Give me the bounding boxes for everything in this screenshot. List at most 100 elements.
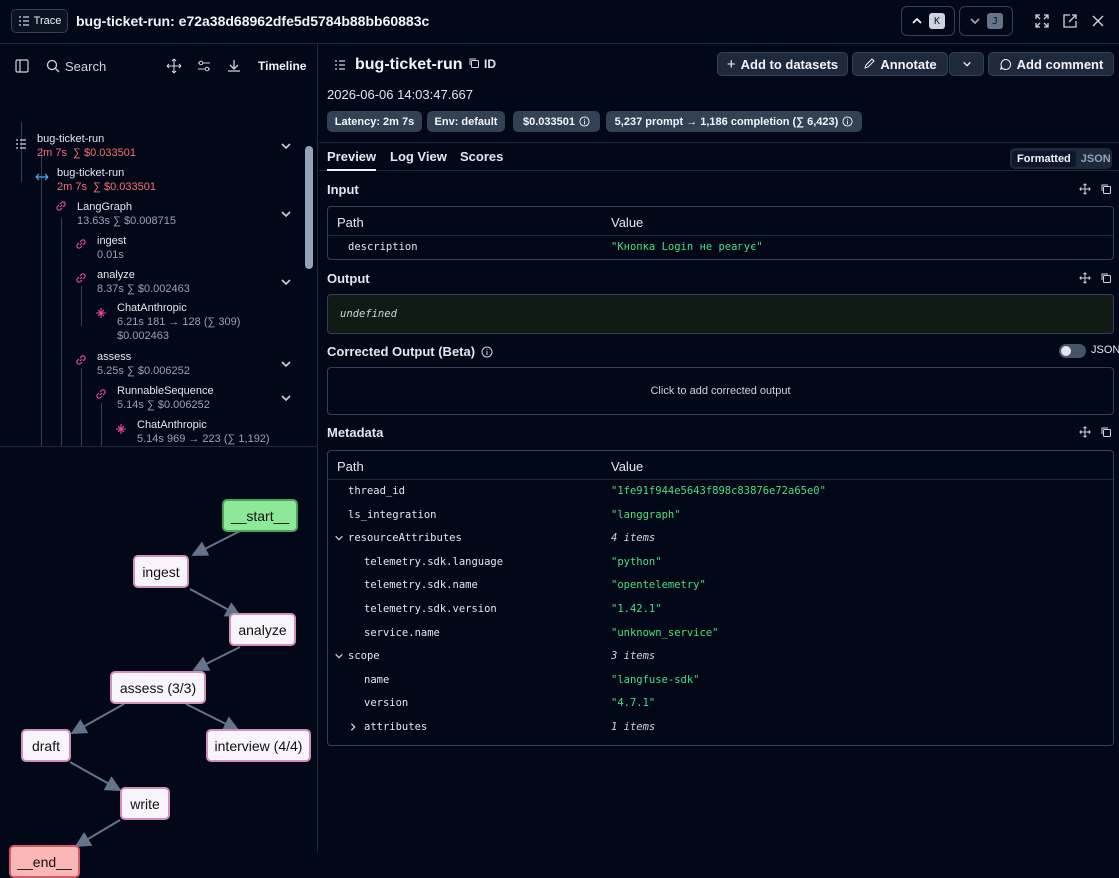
move-icon[interactable]: [1079, 183, 1091, 195]
chevron-down-icon[interactable]: [280, 358, 292, 370]
tokens-badge: 5,237 prompt → 1,186 completion (∑ 6,423…: [606, 111, 862, 132]
add-to-datasets-label: Add to datasets: [740, 56, 839, 72]
external-link-icon[interactable]: [1061, 12, 1079, 30]
graph-node-write[interactable]: write: [120, 787, 170, 820]
prev-trace-button[interactable]: K: [901, 6, 955, 36]
tree-node-name: LangGraph: [77, 201, 133, 213]
tree-node-root[interactable]: bug-ticket-run 2m 7s ∑ $0.033501: [37, 132, 136, 160]
table-row[interactable]: telemetry.sdk.version "1.42.1": [328, 598, 1113, 622]
format-formatted[interactable]: Formatted: [1012, 150, 1076, 167]
expand-icon[interactable]: [1033, 12, 1051, 30]
annotate-button[interactable]: Annotate: [852, 52, 948, 76]
chevron-down-icon[interactable]: [280, 392, 292, 404]
chevron-down-icon[interactable]: [334, 533, 344, 543]
annotate-dropdown-button[interactable]: [949, 52, 984, 76]
table-row[interactable]: thread_id "1fe91f944e5643f898c83876e72a6…: [328, 480, 1113, 504]
move-icon[interactable]: [166, 58, 182, 74]
metadata-table-header: Path Value: [328, 451, 1113, 480]
row-path: thread_id: [348, 485, 405, 497]
tab-scores[interactable]: Scores: [460, 149, 503, 164]
trace-icon: [15, 138, 27, 150]
tab-preview[interactable]: Preview: [327, 149, 377, 171]
panel-toggle-icon[interactable]: [14, 58, 30, 74]
table-row[interactable]: version "4.7.1": [328, 692, 1113, 716]
copy-id-label[interactable]: ID: [484, 57, 496, 71]
chevron-right-icon[interactable]: [348, 722, 358, 732]
value-header: Value: [611, 215, 644, 230]
row-value: "python": [611, 555, 662, 568]
tree-node-langgraph[interactable]: LangGraph 13.63s ∑ $0.008715: [77, 200, 176, 228]
table-row[interactable]: ls_integration "langgraph": [328, 504, 1113, 528]
row-path: telemetry.sdk.name: [364, 579, 478, 592]
add-to-datasets-button[interactable]: + Add to datasets: [717, 52, 848, 76]
table-row[interactable]: name "langfuse-sdk": [328, 669, 1113, 693]
copy-icon[interactable]: [1100, 272, 1112, 284]
tree-node-chatanthropic[interactable]: ChatAnthropic 6.21s 181 → 128 (∑ 309) $0…: [117, 301, 240, 343]
tree-node-cost: $0.002463: [117, 330, 169, 342]
cost-value: $0.033501: [523, 115, 575, 128]
add-comment-button[interactable]: Add comment: [988, 52, 1114, 76]
graph-node-assess[interactable]: assess (3/3): [110, 671, 206, 704]
row-value: 1 items: [611, 720, 656, 733]
tree-node-runnablesequence[interactable]: RunnableSequence 5.14s ∑ $0.006252: [117, 384, 214, 412]
graph-node-ingest[interactable]: ingest: [133, 555, 189, 588]
table-row[interactable]: service.name "unknown_service": [328, 622, 1113, 646]
download-icon[interactable]: [226, 58, 242, 74]
move-icon[interactable]: [1079, 426, 1091, 438]
table-row[interactable]: telemetry.sdk.language "python": [328, 551, 1113, 575]
next-trace-button[interactable]: J: [959, 6, 1013, 36]
tab-log-view[interactable]: Log View: [390, 149, 447, 164]
row-value: 3 items: [611, 650, 656, 663]
tree-node-analyze[interactable]: analyze 8.37s ∑ $0.002463: [97, 268, 190, 296]
tree-node-name: bug-ticket-run: [57, 167, 125, 179]
format-json[interactable]: JSON: [1076, 151, 1116, 167]
timeline-toggle[interactable]: Timeline: [258, 59, 306, 73]
graph-node-end[interactable]: __end__: [9, 845, 80, 878]
link-icon: [95, 388, 107, 400]
format-toggle[interactable]: Formatted JSON: [1010, 148, 1112, 169]
table-row-expandable[interactable]: resourceAttributes 4 items: [328, 527, 1113, 551]
chevron-down-icon[interactable]: [280, 208, 292, 220]
tree-node-meta: 5.14s 969 → 223 (∑ 1,192): [137, 433, 270, 445]
row-value: "unknown_service": [611, 626, 719, 639]
chevron-down-icon[interactable]: [280, 276, 292, 288]
tree-scrollbar[interactable]: [305, 146, 313, 269]
tree-node-bug-ticket-run[interactable]: bug-ticket-run 2m 7s ∑ $0.033501: [57, 166, 156, 194]
graph-node-draft[interactable]: draft: [21, 729, 71, 762]
graph-node-start[interactable]: __start__: [222, 499, 298, 532]
row-path: name: [364, 673, 390, 686]
tree-node-assess[interactable]: assess 5.25s ∑ $0.006252: [97, 350, 190, 378]
left-panel: Search Timeline bug-ticket-run 2m 7s ∑ $…: [0, 44, 318, 878]
table-row-expandable[interactable]: scope 3 items: [328, 645, 1113, 669]
tree-node-ingest[interactable]: ingest 0.01s: [97, 234, 126, 262]
close-icon[interactable]: [1089, 12, 1107, 30]
copy-icon[interactable]: [468, 57, 480, 69]
metadata-table: Path Value thread_id "1fe91f944e5643f898…: [327, 450, 1114, 746]
chevron-down-icon[interactable]: [334, 651, 344, 661]
corrected-output-area[interactable]: Click to add corrected output: [327, 367, 1114, 415]
row-path: telemetry.sdk.version: [364, 602, 497, 615]
chevron-down-icon[interactable]: [280, 140, 292, 152]
graph-node-interview[interactable]: interview (4/4): [206, 729, 311, 762]
corrected-output-heading: Corrected Output (Beta): [327, 344, 493, 359]
copy-icon[interactable]: [1100, 183, 1112, 195]
chevron-down-icon: [969, 15, 981, 27]
info-icon: [481, 346, 493, 357]
table-row[interactable]: telemetry.sdk.name "opentelemetry": [328, 574, 1113, 598]
tree-node-name: ingest: [97, 235, 127, 247]
trace-title: bug-ticket-run: e72a38d68962dfe5d5784b88…: [76, 13, 430, 29]
corrected-json-toggle[interactable]: [1059, 344, 1086, 358]
settings-sliders-icon[interactable]: [196, 58, 212, 74]
prev-key-hint: K: [929, 13, 945, 29]
table-row-expandable[interactable]: attributes 1 items: [328, 716, 1113, 740]
row-value: 4 items: [611, 532, 656, 545]
row-value: "1fe91f944e5643f898c83876e72a65e0": [611, 485, 826, 497]
path-header: Path: [337, 459, 364, 474]
copy-icon[interactable]: [1100, 426, 1112, 438]
move-icon[interactable]: [1079, 272, 1091, 284]
tree-node-name: bug-ticket-run: [37, 133, 105, 145]
tree-search-input[interactable]: Search: [65, 59, 106, 74]
graph-node-analyze[interactable]: analyze: [229, 613, 296, 646]
table-row[interactable]: description "Кнопка Login не реагує": [328, 236, 1113, 259]
tree-node-chatanthropic-2[interactable]: ChatAnthropic 5.14s 969 → 223 (∑ 1,192): [137, 418, 270, 446]
